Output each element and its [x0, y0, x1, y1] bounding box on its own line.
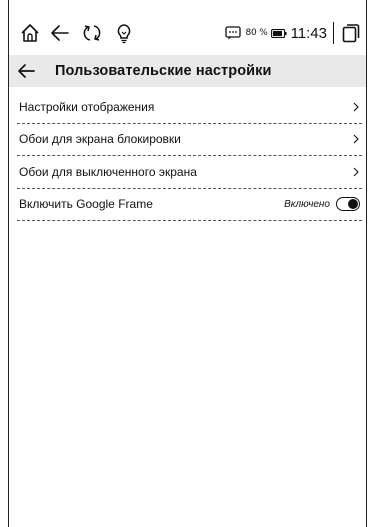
- screen-frame: 80 % 11:43 Пользовательские настройки На…: [8, 0, 367, 527]
- status-divider: [333, 22, 334, 44]
- settings-item-label: Обои для выключенного экрана: [19, 164, 197, 179]
- settings-item-label: Обои для экрана блокировки: [19, 132, 181, 147]
- chevron-right-icon: [352, 134, 360, 144]
- back-arrow-icon[interactable]: [17, 63, 35, 79]
- message-icon[interactable]: [225, 26, 242, 40]
- toggle-knob: [348, 199, 358, 210]
- settings-item-label: Включить Google Frame: [19, 197, 153, 212]
- settings-item-label: Настройки отображения: [19, 99, 155, 114]
- lightbulb-icon[interactable]: [113, 22, 135, 44]
- clock: 11:43: [290, 24, 327, 42]
- settings-item-display[interactable]: Настройки отображения: [17, 91, 362, 124]
- settings-item-google-frame: Включить Google Frame Включено: [17, 189, 362, 221]
- battery-percent: 80 %: [245, 28, 268, 38]
- google-frame-toggle[interactable]: [336, 197, 360, 212]
- chevron-right-icon: [352, 102, 360, 112]
- toggle-status-text: Включено: [284, 198, 330, 210]
- home-icon[interactable]: [19, 22, 41, 44]
- status-bar: 80 % 11:43: [9, 18, 366, 50]
- status-indicators: 80 % 11:43: [225, 20, 360, 46]
- settings-item-poweroff-wallpaper[interactable]: Обои для выключенного экрана: [17, 156, 362, 189]
- refresh-icon[interactable]: [81, 22, 103, 44]
- settings-list: Настройки отображения Обои для экрана бл…: [17, 91, 362, 221]
- page-title: Пользовательские настройки: [55, 63, 272, 79]
- recent-apps-icon[interactable]: [342, 23, 360, 43]
- chevron-right-icon: [352, 167, 360, 177]
- back-arrow-icon[interactable]: [49, 22, 71, 44]
- title-bar: Пользовательские настройки: [9, 55, 366, 87]
- settings-item-lockscreen-wallpaper[interactable]: Обои для экрана блокировки: [17, 124, 362, 156]
- battery-icon: [270, 28, 287, 38]
